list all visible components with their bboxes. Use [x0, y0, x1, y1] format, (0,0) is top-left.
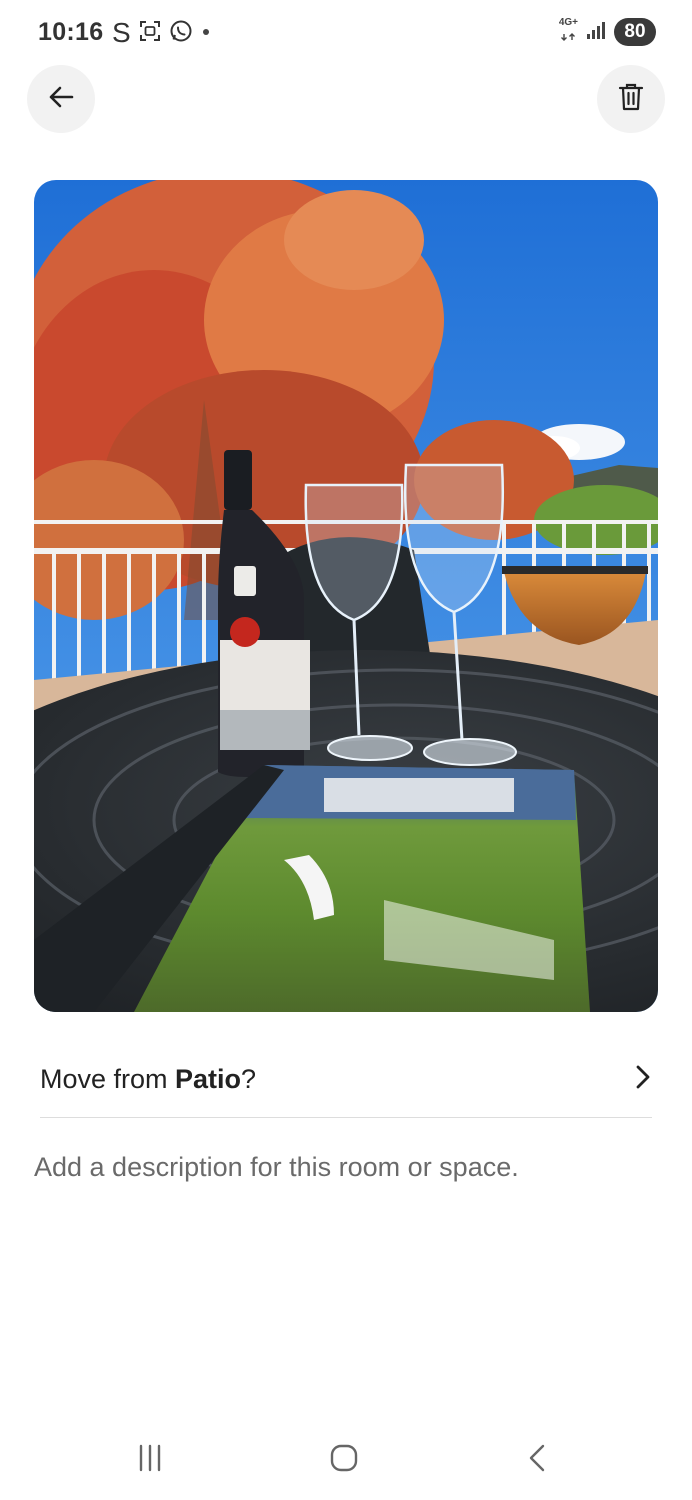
signal-icon	[586, 20, 606, 45]
trash-icon	[618, 83, 644, 116]
recent-apps-button[interactable]	[120, 1440, 180, 1480]
status-notification-icons: S	[112, 18, 211, 48]
room-photo[interactable]	[34, 180, 658, 1012]
move-prefix: Move from	[40, 1063, 176, 1094]
status-time: 10:16	[38, 18, 104, 46]
move-suffix: ?	[241, 1063, 257, 1094]
dot-icon	[201, 24, 211, 42]
patio-photo-illustration	[34, 180, 658, 1012]
move-from-room-row[interactable]: Move from Patio?	[40, 1040, 652, 1118]
network-label: 4G+	[558, 17, 578, 28]
battery-indicator: 80	[614, 18, 656, 46]
whatsapp-icon	[169, 19, 193, 48]
delete-button[interactable]	[597, 65, 665, 133]
status-bar: 10:16 S 4G+ 80	[0, 0, 692, 66]
move-from-label: Move from Patio?	[40, 1064, 256, 1095]
chevron-right-icon	[634, 1064, 652, 1095]
back-button[interactable]	[27, 65, 95, 133]
divider	[40, 1117, 652, 1118]
description-input[interactable]: Add a description for this room or space…	[34, 1152, 654, 1183]
home-button[interactable]	[314, 1440, 374, 1480]
back-icon	[523, 1443, 553, 1478]
screenshot-icon	[139, 20, 161, 47]
data-arrows-icon	[560, 33, 575, 41]
home-icon	[329, 1443, 359, 1478]
network-indicator: 4G+	[559, 18, 578, 46]
system-back-button[interactable]	[508, 1440, 568, 1480]
arrow-left-icon	[47, 83, 75, 116]
status-system-icons: 4G+ 80	[559, 18, 656, 46]
room-name: Patio	[175, 1063, 242, 1094]
carrier-s-icon: S	[112, 17, 131, 48]
recent-apps-icon	[135, 1443, 165, 1478]
system-nav-bar	[0, 1420, 692, 1500]
